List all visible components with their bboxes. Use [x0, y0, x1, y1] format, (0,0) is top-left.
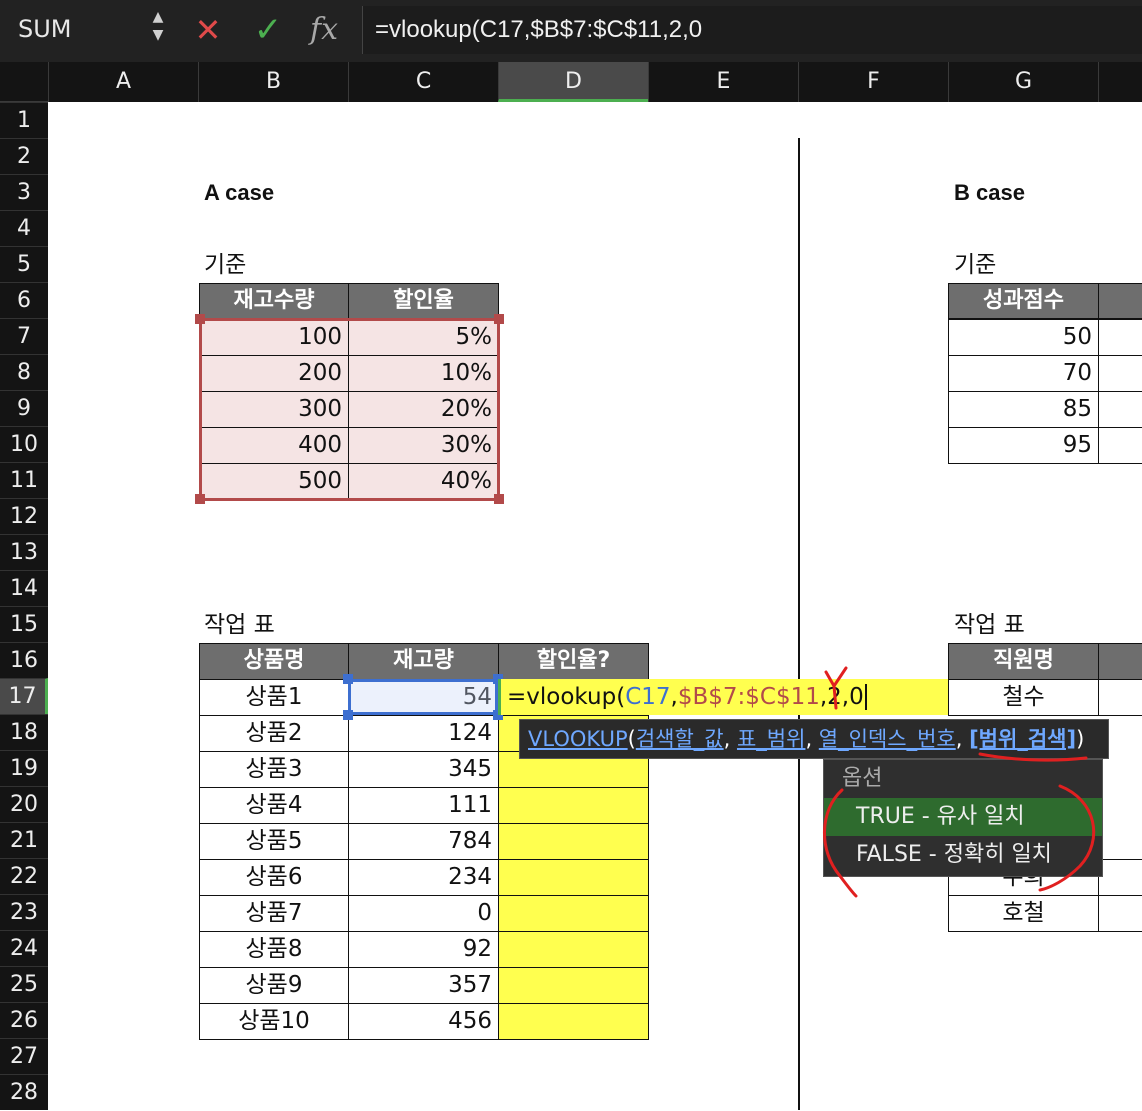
red-pen-annotations [823, 666, 1096, 898]
